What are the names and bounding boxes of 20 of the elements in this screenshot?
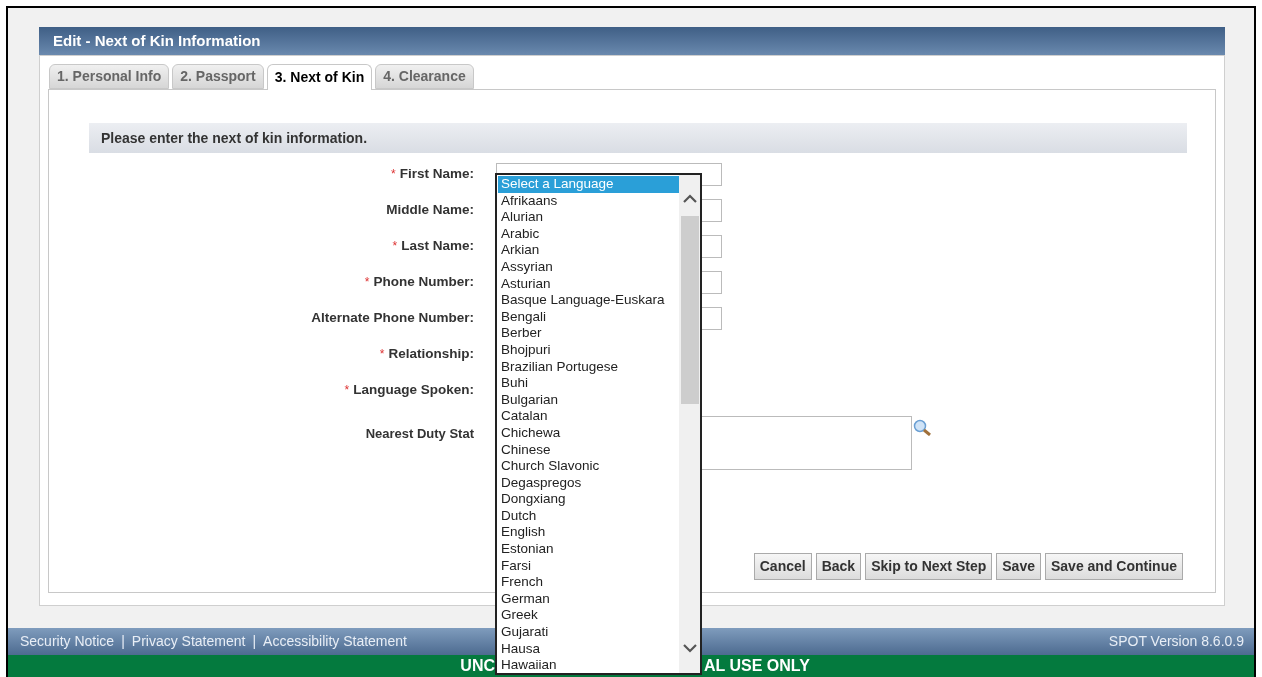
required-asterisk: * [344, 382, 350, 399]
required-asterisk: * [379, 346, 385, 363]
field-label: Phone Number: [373, 272, 474, 291]
version-text: SPOT Version 8.6.0.9 [1108, 632, 1244, 651]
panel-header: Edit - Next of Kin Information [39, 27, 1225, 55]
link-separator: | [121, 632, 125, 651]
required-asterisk: * [392, 238, 398, 255]
field-label: Alternate Phone Number: [311, 308, 474, 327]
field-label: Relationship: [388, 344, 474, 363]
field-label: Last Name: [401, 236, 474, 255]
link-separator: | [252, 632, 257, 651]
banner-text: AL USE ONLY [704, 656, 810, 676]
banner-text: UNC [460, 656, 495, 676]
field-label: Middle Name: [386, 200, 474, 219]
field-label: Language Spoken: [353, 380, 474, 399]
field-label: Nearest Duty Stat [365, 425, 474, 443]
instructions-bar: Please enter the next of kin information. [89, 123, 1187, 153]
required-asterisk: * [391, 166, 396, 183]
field-label: First Name: [399, 164, 474, 183]
required-asterisk: * [364, 274, 370, 291]
